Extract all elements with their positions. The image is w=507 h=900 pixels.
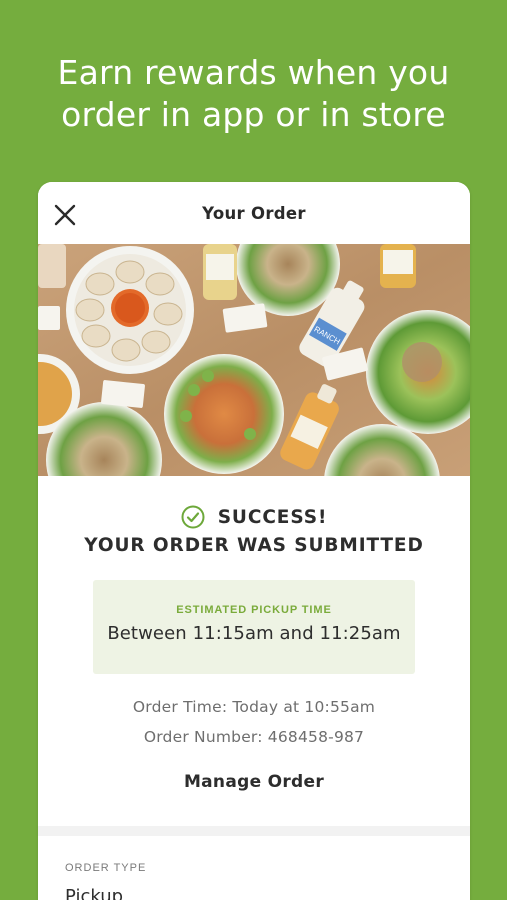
salads-bowls-and-dressings-photo: RANCH xyxy=(38,244,470,476)
order-number: Order Number: 468458-987 xyxy=(143,728,365,746)
section-divider xyxy=(38,826,470,836)
success-title: SUCCESS! xyxy=(217,506,328,528)
pickup-time-value: Between 11:15am and 11:25am xyxy=(107,623,401,644)
close-button[interactable] xyxy=(52,202,78,228)
order-header: Your Order xyxy=(38,182,470,244)
order-meta: Order Time: Today at 10:55am Order Numbe… xyxy=(38,692,470,752)
success-subtitle: YOUR ORDER WAS SUBMITTED xyxy=(84,535,424,556)
order-time: Order Time: Today at 10:55am xyxy=(132,698,376,716)
promo-headline-line2: order in app or in store xyxy=(61,95,446,134)
order-type-value: Pickup xyxy=(65,886,124,900)
close-icon xyxy=(54,204,76,226)
promo-headline-line1: Earn rewards when you xyxy=(57,53,450,92)
page-title: Your Order xyxy=(202,203,306,223)
pickup-time-label: ESTIMATED PICKUP TIME xyxy=(176,604,332,616)
check-circle-icon xyxy=(181,505,205,529)
order-type-label: ORDER TYPE xyxy=(65,862,147,874)
hero-food-image: RANCH xyxy=(38,244,470,476)
success-message: SUCCESS! YOUR ORDER WAS SUBMITTED xyxy=(38,504,470,556)
manage-order-button[interactable]: Manage Order xyxy=(38,772,470,792)
pickup-time-panel: ESTIMATED PICKUP TIME Between 11:15am an… xyxy=(93,580,415,674)
promo-headline: Earn rewards when you order in app or in… xyxy=(0,52,507,136)
order-card: Your Order RANCH SUCCESS! YOUR ORDER WAS… xyxy=(38,182,470,900)
